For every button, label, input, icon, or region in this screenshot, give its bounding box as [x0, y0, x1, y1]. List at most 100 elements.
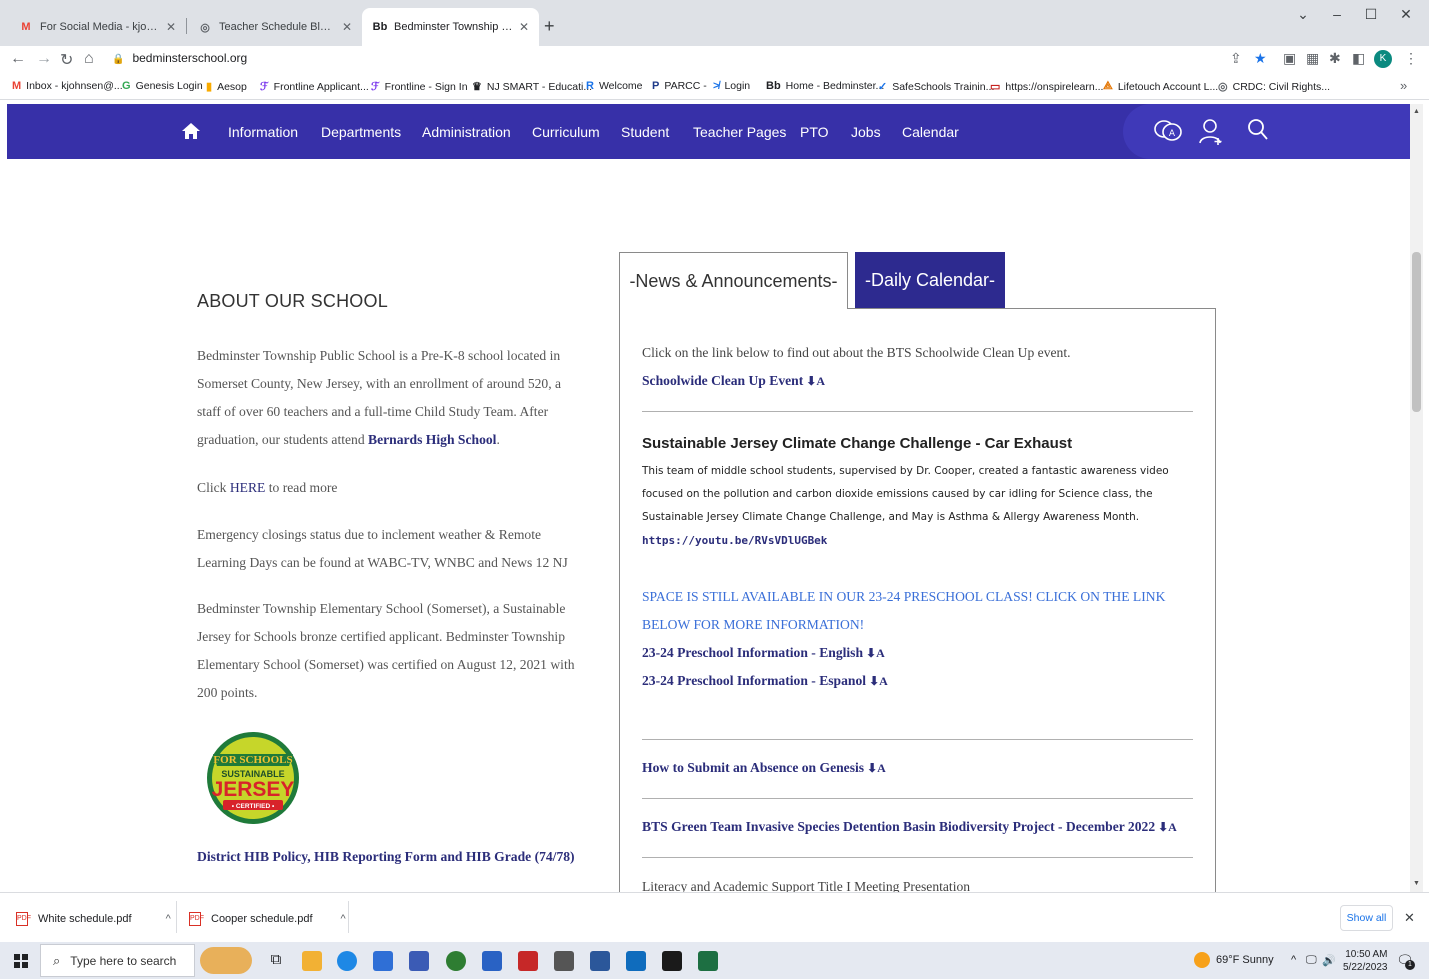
hib-policy-link[interactable]: District HIB Policy, HIB Reporting Form … [197, 849, 575, 865]
bookmark-item[interactable]: ✓ SafeSchools Trainin... [878, 80, 994, 94]
bookmark-item[interactable]: ℱ Frontline Applicant... [260, 80, 369, 94]
here-link[interactable]: HERE [230, 480, 266, 495]
chevron-up-icon[interactable]: ^ [166, 913, 171, 925]
cleanup-event-link[interactable]: Schoolwide Clean Up Event ⬇A [642, 373, 1197, 389]
bookmark-item[interactable]: P PARCC - [652, 80, 707, 92]
nav-curriculum[interactable]: Curriculum [532, 124, 600, 140]
nav-jobs[interactable]: Jobs [851, 124, 881, 140]
word-app-icon[interactable] [590, 951, 610, 971]
download-item[interactable]: PDF Cooper schedule.pdf ^ [189, 912, 346, 926]
bookmark-item[interactable]: G Genesis Login [122, 80, 203, 92]
nav-departments[interactable]: Departments [321, 124, 401, 140]
share-icon[interactable]: ⇪ [1230, 50, 1242, 67]
browser-tab-schedule-form[interactable]: ◎ Teacher Schedule Block Form ✕ [187, 8, 362, 46]
bookmark-item[interactable]: ◎ CRDC: Civil Rights... [1218, 80, 1330, 94]
tab-search-icon[interactable]: ⌄ [1288, 6, 1318, 23]
bookmark-item[interactable]: ≯ Login [713, 80, 750, 92]
page-scrollbar[interactable]: ▲ ▼ [1410, 104, 1423, 892]
microsoft-store-icon[interactable] [373, 951, 393, 971]
bookmark-item[interactable]: M Inbox - kjohnsen@... [12, 80, 123, 92]
media-player-icon[interactable] [482, 951, 502, 971]
literacy-support-link[interactable]: Literacy and Academic Support Title I Me… [642, 879, 1197, 892]
excel-app-icon[interactable] [698, 951, 718, 971]
bookmark-item[interactable]: ▮ Aesop [206, 80, 247, 94]
nav-information[interactable]: Information [228, 124, 298, 140]
show-hidden-icons-icon[interactable]: ^ [1291, 954, 1296, 966]
preschool-notice-link[interactable]: SPACE IS STILL AVAILABLE IN OUR 23-24 PR… [642, 583, 1198, 639]
browser-tab-bedminster[interactable]: Bb Bedminster Township School / H ✕ [362, 8, 539, 46]
profile-avatar[interactable]: K [1374, 50, 1392, 68]
volume-icon[interactable]: 🔊 [1322, 954, 1336, 967]
bernards-high-school-link[interactable]: Bernards High School [368, 432, 496, 447]
nj-smart-icon: ♛ [472, 81, 482, 93]
bookmark-item[interactable]: ▭ https://onspirelearn... [990, 80, 1103, 94]
weather-sun-icon[interactable] [1194, 952, 1210, 968]
search-icon[interactable] [1247, 118, 1269, 142]
weather-text[interactable]: 69°F Sunny [1216, 954, 1274, 966]
search-highlight-icon[interactable] [200, 947, 252, 974]
file-explorer-icon[interactable] [302, 951, 322, 971]
quicktime-icon[interactable] [518, 951, 538, 971]
close-tab-icon[interactable]: ✕ [166, 20, 176, 34]
tab-news-announcements[interactable]: -News & Announcements- [619, 252, 848, 309]
youtube-video-link[interactable]: https://youtu.be/RVsVDlUGBek [642, 534, 827, 547]
mail-app-icon[interactable] [409, 951, 429, 971]
close-tab-icon[interactable]: ✕ [519, 20, 529, 34]
back-arrow-icon[interactable]: ← [10, 50, 26, 68]
chevron-up-icon[interactable]: ^ [341, 913, 346, 925]
scroll-up-arrow-icon[interactable]: ▲ [1413, 108, 1420, 115]
bookmark-item[interactable]: R Welcome [586, 80, 643, 92]
more-menu-icon[interactable]: ⋮ [1404, 50, 1418, 67]
preschool-spanish-link[interactable]: 23-24 Preschool Information - Espanol ⬇A [642, 673, 1197, 689]
reload-icon[interactable]: ↻ [60, 50, 73, 70]
show-all-downloads-button[interactable]: Show all [1340, 905, 1393, 931]
home-icon[interactable] [181, 121, 201, 141]
preschool-english-link[interactable]: 23-24 Preschool Information - English ⬇A [642, 645, 1197, 661]
side-panel-icon[interactable]: ◧ [1352, 50, 1365, 67]
minimize-button[interactable]: – [1322, 6, 1352, 22]
green-team-project-link[interactable]: BTS Green Team Invasive Species Detentio… [642, 819, 1197, 835]
task-view-icon[interactable]: ⧉ [266, 951, 286, 971]
close-window-button[interactable]: ✕ [1391, 6, 1421, 23]
home-icon[interactable]: ⌂ [84, 50, 94, 68]
taskbar-search-input[interactable]: ⌕ Type here to search [40, 944, 195, 977]
network-icon[interactable]: 🖵 [1306, 954, 1317, 967]
address-bar[interactable]: 🔒 bedminsterschool.org [112, 51, 247, 65]
scroll-down-arrow-icon[interactable]: ▼ [1413, 880, 1420, 887]
app-icon[interactable] [554, 951, 574, 971]
nav-student[interactable]: Student [621, 124, 669, 140]
tab-daily-calendar[interactable]: -Daily Calendar- [855, 252, 1005, 309]
windows-start-icon[interactable] [14, 954, 28, 968]
download-item[interactable]: PDF White schedule.pdf ^ [16, 912, 171, 926]
extension-icon[interactable]: ▣ [1283, 50, 1296, 67]
nav-teacher-pages[interactable]: Teacher Pages [693, 124, 786, 140]
close-tab-icon[interactable]: ✕ [342, 20, 352, 34]
bookmark-item[interactable]: ℱ Frontline - Sign In [371, 80, 468, 94]
qr-extension-icon[interactable]: ▦ [1306, 50, 1319, 67]
new-tab-button[interactable]: + [544, 16, 555, 37]
absence-genesis-link[interactable]: How to Submit an Absence on Genesis ⬇A [642, 760, 1197, 776]
chrome-browser-icon[interactable] [446, 951, 466, 971]
browser-tab-gmail[interactable]: M For Social Media - kjohnsen@be ✕ [8, 8, 186, 46]
sign-in-user-icon[interactable] [1199, 118, 1225, 146]
clock[interactable]: 10:50 AM 5/22/2023 [1343, 948, 1388, 974]
nav-administration[interactable]: Administration [422, 124, 511, 140]
maximize-button[interactable]: ☐ [1356, 6, 1386, 23]
nav-calendar[interactable]: Calendar [902, 124, 959, 140]
outlook-mail-icon[interactable] [626, 951, 646, 971]
more-bookmarks-icon[interactable]: » [1400, 78, 1407, 93]
app-icon[interactable] [662, 951, 682, 971]
bookmark-item[interactable]: Bb Home - Bedminster... [766, 80, 884, 92]
clock-time: 10:50 AM [1345, 949, 1388, 960]
svg-text:A: A [1169, 129, 1176, 139]
edge-browser-icon[interactable] [337, 951, 357, 971]
nav-pto[interactable]: PTO [800, 124, 829, 140]
close-download-shelf-icon[interactable]: ✕ [1404, 910, 1415, 926]
scrollbar-thumb[interactable] [1412, 252, 1421, 412]
translate-icon[interactable]: A [1153, 118, 1183, 144]
puzzle-icon[interactable]: ✱ [1329, 50, 1341, 67]
bookmark-item[interactable]: ⟁ Lifetouch Account L... [1103, 80, 1218, 93]
bookmark-star-icon[interactable]: ★ [1254, 50, 1267, 67]
bookmark-item[interactable]: ♛ NJ SMART - Educati... [472, 80, 592, 94]
forward-arrow-icon[interactable]: → [36, 50, 52, 68]
